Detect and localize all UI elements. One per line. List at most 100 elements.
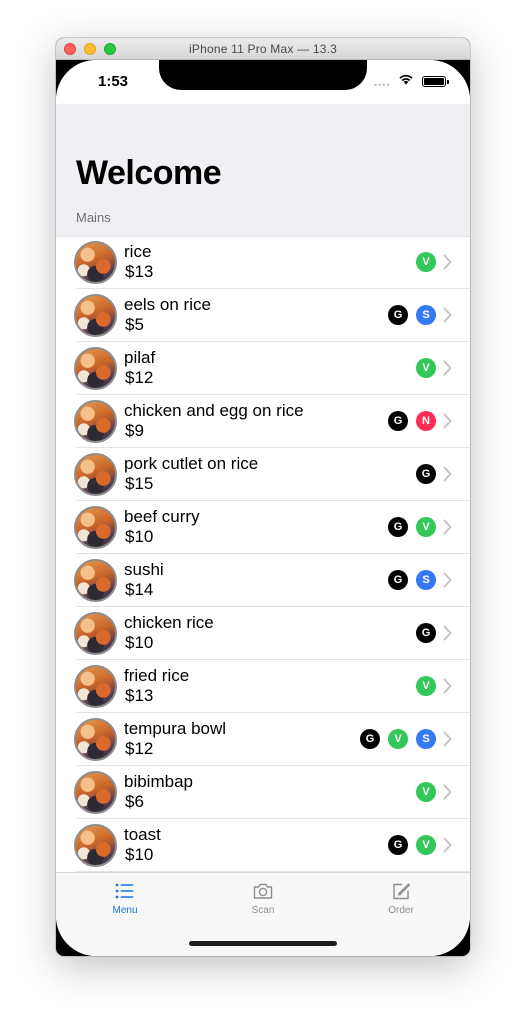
dish-thumbnail: [74, 771, 117, 814]
page-title: Welcome: [76, 154, 222, 192]
dietary-badge: G: [388, 835, 408, 855]
dietary-badge: G: [388, 411, 408, 431]
dietary-badges: V: [416, 252, 436, 272]
menu-item-row[interactable]: chicken rice $10 G: [56, 607, 470, 660]
menu-item-price: $15: [125, 474, 154, 493]
menu-item-name: chicken rice: [124, 613, 214, 632]
chevron-right-icon: [443, 678, 452, 694]
dietary-badge: G: [388, 305, 408, 325]
dietary-badge: S: [416, 305, 436, 325]
menu-item-row[interactable]: sushi $14 G S: [56, 554, 470, 607]
menu-item-name: eels on rice: [124, 295, 211, 314]
menu-item-name: fried rice: [124, 666, 190, 685]
menu-item-price: $10: [125, 527, 154, 546]
dietary-badges: G: [416, 623, 436, 643]
tab-menu[interactable]: Menu: [56, 881, 194, 921]
menu-item-price: $12: [125, 739, 154, 758]
dietary-badge: V: [416, 517, 436, 537]
dietary-badge: G: [360, 729, 380, 749]
dietary-badge: V: [416, 676, 436, 696]
menu-list[interactable]: rice $13 Veels on rice $5 G Spilaf $12 Vchicken…: [56, 236, 470, 872]
menu-item-name: tempura bowl: [124, 719, 227, 738]
dish-thumbnail: [74, 400, 117, 443]
dietary-badge: G: [388, 517, 408, 537]
status-time: 1:53: [98, 73, 129, 90]
menu-item-row[interactable]: pork cutlet on rice $15 G: [56, 448, 470, 501]
menu-item-price: $6: [125, 792, 144, 811]
menu-item-row[interactable]: eels on rice $5 G S: [56, 289, 470, 342]
menu-item-row[interactable]: toast $10 G V: [56, 819, 470, 872]
chevron-right-icon: [443, 519, 452, 535]
dietary-badges: G: [416, 464, 436, 484]
dietary-badges: GV: [388, 517, 436, 537]
tab-order-label: Order: [388, 905, 414, 916]
dietary-badges: GS: [388, 305, 436, 325]
dish-thumbnail: [74, 506, 117, 549]
simulator-window: iPhone 11 Pro Max — 13.3 1:53 •••• Welco…: [56, 38, 470, 956]
chevron-right-icon: [443, 466, 452, 482]
dietary-badge: V: [416, 782, 436, 802]
dish-thumbnail: [74, 665, 117, 708]
menu-item-row[interactable]: rice $13 V: [56, 236, 470, 289]
dietary-badge: G: [388, 570, 408, 590]
menu-item-row[interactable]: chicken and egg on rice $9 G N: [56, 395, 470, 448]
navigation-header: Welcome Mains: [56, 104, 470, 236]
tab-scan[interactable]: Scan: [194, 881, 332, 921]
menu-item-name: rice: [124, 242, 152, 261]
dietary-badge: S: [416, 570, 436, 590]
battery-icon: [422, 76, 449, 87]
dietary-badge: N: [416, 411, 436, 431]
menu-item-row[interactable]: tempura bowl $12 G V S: [56, 713, 470, 766]
tab-scan-label: Scan: [251, 905, 275, 916]
title-bar: iPhone 11 Pro Max — 13.3: [56, 38, 470, 60]
dish-thumbnail: [74, 241, 117, 284]
menu-item-price: $13: [125, 262, 154, 281]
menu-item-name: beef curry: [124, 507, 200, 526]
menu-item-price: $10: [125, 633, 154, 652]
menu-item-row[interactable]: pilaf $12 V: [56, 342, 470, 395]
dietary-badge: V: [416, 252, 436, 272]
menu-item-name: bibimbap: [124, 772, 193, 791]
section-header: Mains: [76, 210, 111, 225]
dietary-badges: GV: [388, 835, 436, 855]
tab-order[interactable]: Order: [332, 881, 470, 921]
camera-icon: [253, 883, 273, 899]
menu-item-name: chicken and egg on rice: [124, 401, 304, 420]
dietary-badges: V: [416, 358, 436, 378]
menu-item-row[interactable]: fried rice $13 V: [56, 660, 470, 713]
wifi-icon: [399, 74, 413, 85]
chevron-right-icon: [443, 731, 452, 747]
dish-thumbnail: [74, 347, 117, 390]
menu-item-name: toast: [124, 825, 161, 844]
menu-item-name: pork cutlet on rice: [124, 454, 259, 473]
compose-icon: [393, 883, 411, 900]
chevron-right-icon: [443, 413, 452, 429]
chevron-right-icon: [443, 784, 452, 800]
dietary-badge: G: [416, 464, 436, 484]
dish-thumbnail: [74, 559, 117, 602]
list-icon: [115, 883, 134, 899]
window-title: iPhone 11 Pro Max — 13.3: [189, 42, 337, 56]
dietary-badges: GN: [388, 411, 436, 431]
menu-item-price: $13: [125, 686, 154, 705]
chevron-right-icon: [443, 254, 452, 270]
chevron-right-icon: [443, 625, 452, 641]
dietary-badges: V: [416, 676, 436, 696]
dish-thumbnail: [74, 453, 117, 496]
menu-item-row[interactable]: bibimbap $6 V: [56, 766, 470, 819]
dietary-badge: G: [416, 623, 436, 643]
menu-item-price: $12: [125, 368, 154, 387]
home-indicator[interactable]: [189, 941, 337, 946]
menu-item-row[interactable]: beef curry $10 G V: [56, 501, 470, 554]
chevron-right-icon: [443, 360, 452, 376]
phone-screen: 1:53 •••• Welcome Mains rice $13 Veels on …: [56, 60, 470, 956]
dish-thumbnail: [74, 294, 117, 337]
dish-thumbnail: [74, 612, 117, 655]
tab-menu-label: Menu: [112, 905, 138, 916]
dietary-badge: V: [416, 358, 436, 378]
menu-item-price: $10: [125, 845, 154, 864]
menu-item-price: $5: [125, 315, 144, 334]
dish-thumbnail: [74, 824, 117, 867]
dietary-badges: GVS: [360, 729, 436, 749]
tab-bar: Menu Scan Order: [56, 872, 470, 956]
